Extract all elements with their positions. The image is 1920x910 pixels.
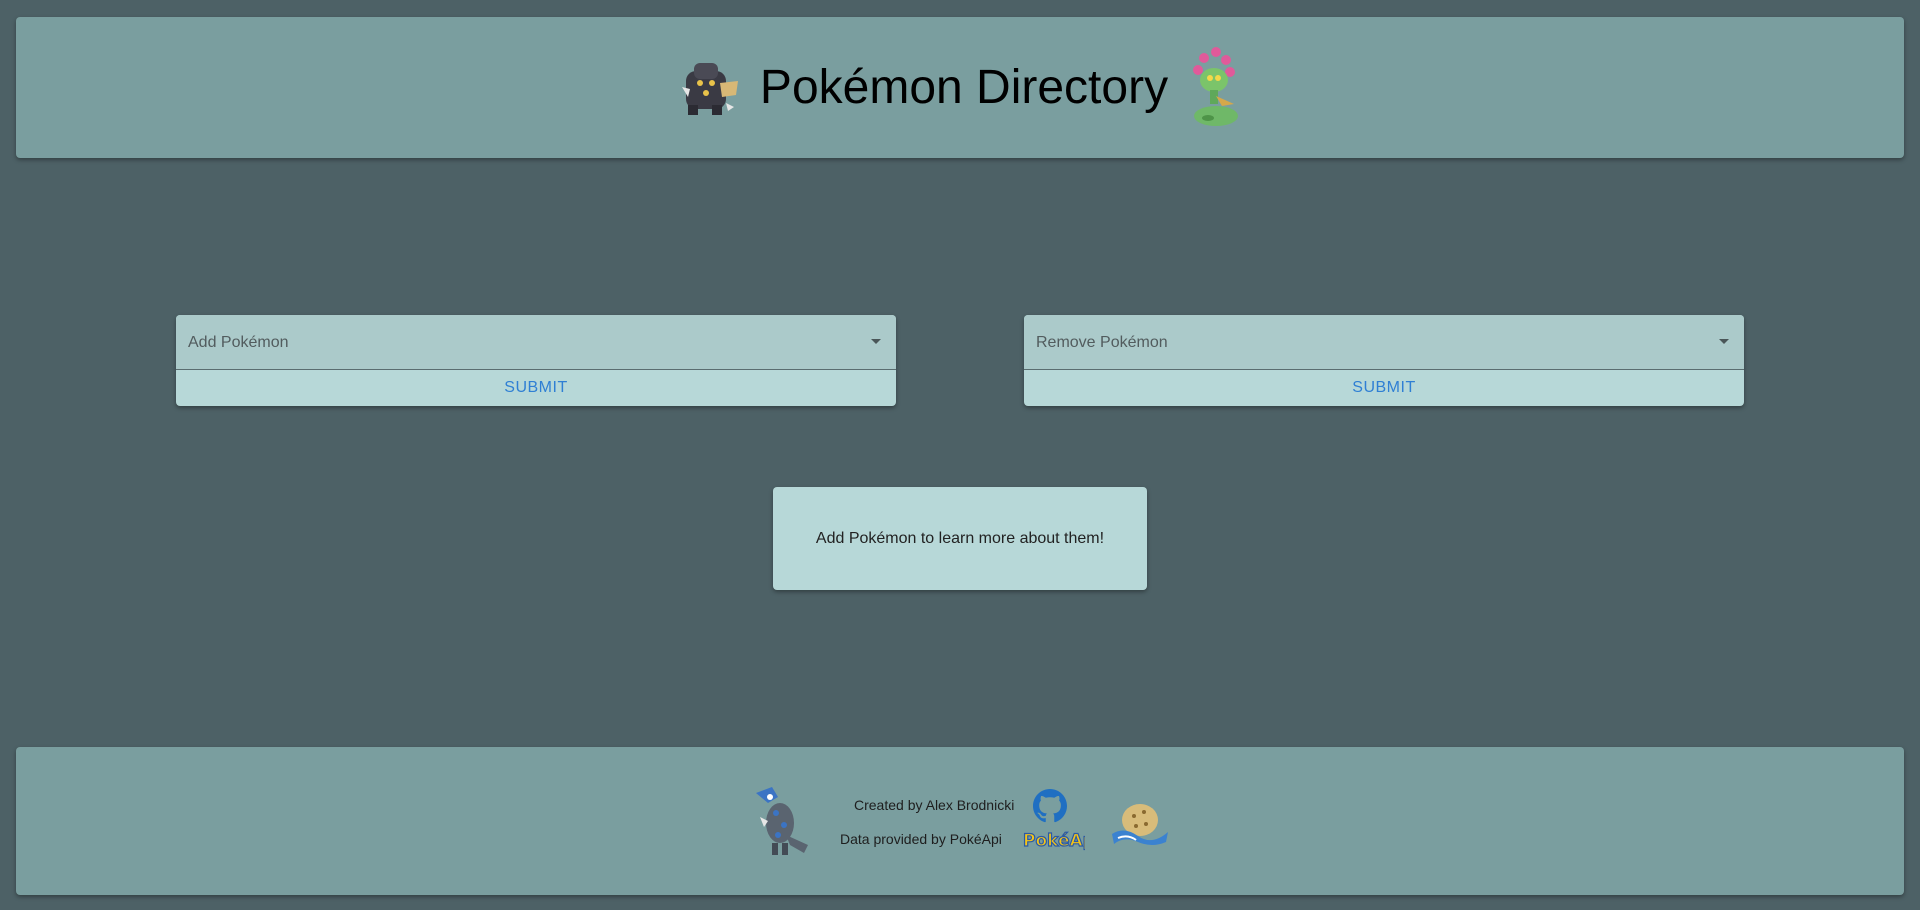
remove-pokemon-card: Remove Pokémon SUBMIT <box>1024 315 1744 406</box>
header-right-sprite-icon <box>1193 46 1239 126</box>
remove-submit-button[interactable]: SUBMIT <box>1024 370 1744 406</box>
footer-bar: Created by Alex Brodnicki Data provided … <box>16 747 1904 895</box>
footer-data-provided: Data provided by PokéApi <box>840 831 1002 847</box>
page-title: Pokémon Directory <box>759 61 1169 114</box>
info-card: Add Pokémon to learn more about them! <box>773 487 1147 590</box>
header-bar: Pokémon Directory <box>16 17 1904 158</box>
page: Pokémon Directory Add Pokémon SUBMIT Rem… <box>0 0 1920 910</box>
pokeapi-logo-icon[interactable]: PokéApi <box>1021 826 1085 852</box>
footer-content: Created by Alex Brodnicki Data provided … <box>16 747 1904 895</box>
add-submit-button[interactable]: SUBMIT <box>176 370 896 406</box>
footer-left-sprite-icon <box>756 787 808 855</box>
add-pokemon-card: Add Pokémon SUBMIT <box>176 315 896 406</box>
info-message: Add Pokémon to learn more about them! <box>815 529 1105 547</box>
footer-created-by: Created by Alex Brodnicki <box>854 797 1015 813</box>
remove-pokemon-placeholder: Remove Pokémon <box>1036 334 1168 351</box>
header-left-sprite-icon <box>681 62 738 115</box>
remove-dropdown-arrow-icon[interactable] <box>1719 339 1729 344</box>
svg-text:PokéApi: PokéApi <box>1023 831 1085 851</box>
github-icon[interactable] <box>1033 789 1067 823</box>
add-pokemon-placeholder: Add Pokémon <box>188 334 289 351</box>
add-dropdown-arrow-icon[interactable] <box>871 339 881 344</box>
add-pokemon-select[interactable]: Add Pokémon <box>176 315 896 370</box>
remove-pokemon-select[interactable]: Remove Pokémon <box>1024 315 1744 370</box>
footer-right-sprite-icon <box>1112 804 1168 845</box>
